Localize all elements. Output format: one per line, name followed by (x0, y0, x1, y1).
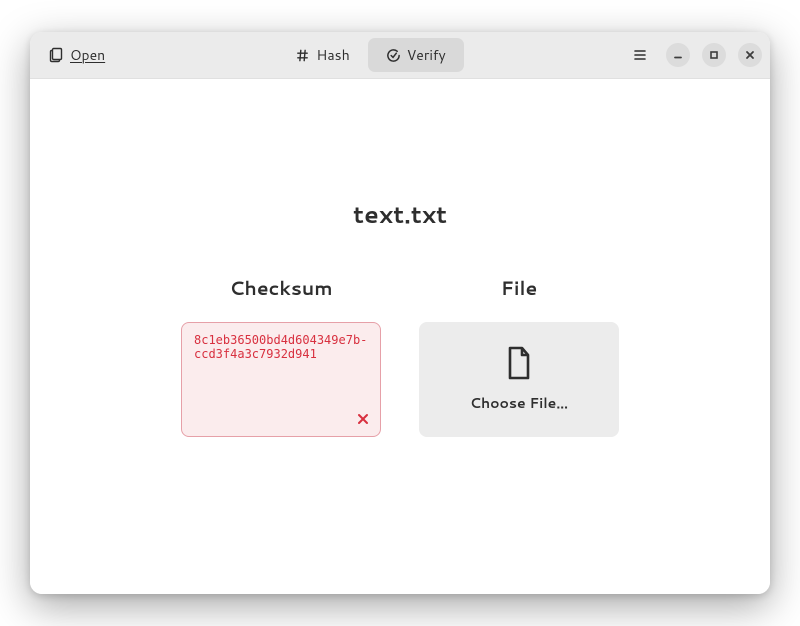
header-right (626, 41, 762, 69)
header-center: Hash Verify (121, 38, 620, 72)
tab-verify-label: Verify (407, 45, 446, 65)
choose-file-button[interactable]: Choose File… (419, 322, 619, 437)
open-button[interactable]: Open (38, 39, 115, 71)
hash-icon (295, 48, 310, 63)
file-group: File Choose File… (419, 275, 619, 437)
checksum-clear-button[interactable] (352, 408, 374, 430)
checksum-group: Checksum 8c1eb36500bd4d604349e7b-ccd3f4a… (181, 275, 381, 437)
open-label: Open (70, 45, 105, 65)
choose-file-label: Choose File… (470, 393, 568, 413)
cards-row: Checksum 8c1eb36500bd4d604349e7b-ccd3f4a… (181, 275, 619, 437)
maximize-button[interactable] (702, 43, 726, 67)
x-icon (356, 412, 370, 426)
open-icon (48, 47, 64, 63)
maximize-icon (708, 49, 720, 61)
verify-icon (386, 48, 401, 63)
header-left: Open (38, 39, 115, 71)
app-window: Open Hash (30, 32, 770, 594)
tab-verify[interactable]: Verify (368, 38, 464, 72)
tab-hash-label: Hash (316, 45, 349, 65)
menu-button[interactable] (626, 41, 654, 69)
minimize-icon (672, 49, 684, 61)
filename-title: text.txt (353, 197, 447, 231)
file-label: File (501, 275, 537, 302)
checksum-input[interactable]: 8c1eb36500bd4d604349e7b-ccd3f4a3c7932d94… (181, 322, 381, 437)
checksum-label: Checksum (229, 275, 332, 302)
close-icon (744, 49, 756, 61)
hamburger-icon (632, 47, 648, 63)
close-button[interactable] (738, 43, 762, 67)
tab-hash[interactable]: Hash (277, 38, 367, 72)
minimize-button[interactable] (666, 43, 690, 67)
content-area: text.txt Checksum 8c1eb36500bd4d604349e7… (30, 79, 770, 594)
window-controls (666, 43, 762, 67)
header-bar: Open Hash (30, 32, 770, 79)
checksum-value: 8c1eb36500bd4d604349e7b-ccd3f4a3c7932d94… (194, 333, 367, 361)
file-icon (504, 345, 534, 381)
